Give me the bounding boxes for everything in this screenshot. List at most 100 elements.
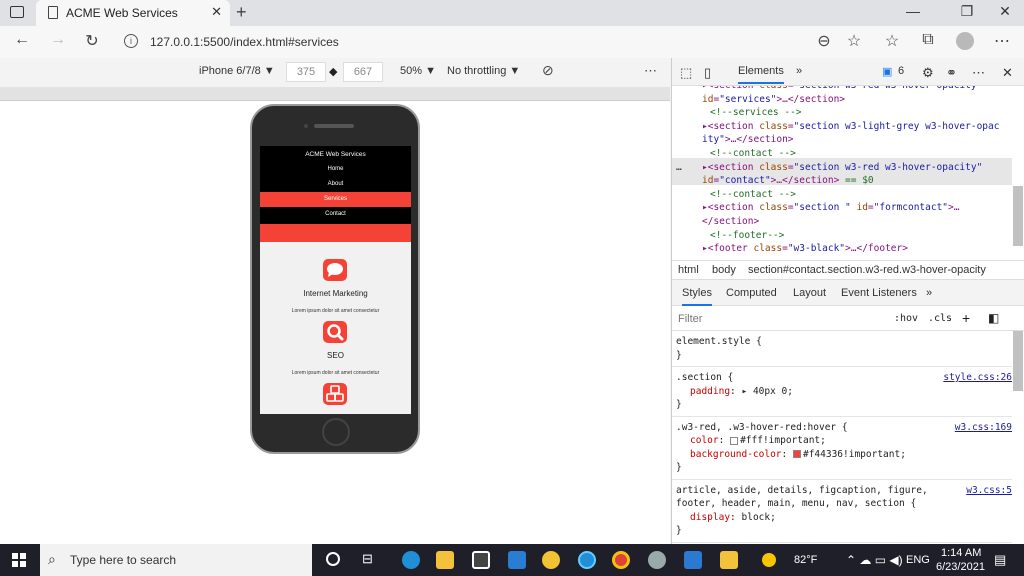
style-rule[interactable]: .w3-red, .w3-hover-red:hover {w3.css:169…	[672, 419, 1012, 480]
taskbar-search[interactable]: ⌕ Type here to search	[40, 544, 312, 576]
back-icon[interactable]: ←	[10, 31, 34, 49]
chrome-icon[interactable]	[612, 551, 630, 569]
height-input[interactable]: 667	[343, 62, 383, 82]
tab-elements[interactable]: Elements	[738, 65, 784, 84]
close-tab-icon[interactable]: ✕	[211, 4, 222, 20]
dom-tree[interactable]: … ▸<section class="section w3-red w3-hov…	[672, 86, 1024, 260]
dom-node-line[interactable]: <!--footer-->	[710, 230, 784, 241]
cls-toggle[interactable]: .cls	[928, 313, 952, 324]
style-declaration[interactable]: background-color: #f44336!important;	[690, 449, 906, 460]
store-icon[interactable]	[472, 551, 490, 569]
selected-node-dots[interactable]: …	[676, 162, 682, 173]
restore-button[interactable]: ❐	[952, 3, 982, 20]
rule-source-link[interactable]: style.css:26	[943, 372, 1012, 383]
new-tab-button[interactable]: +	[236, 2, 247, 23]
close-devtools-icon[interactable]: ✕	[1002, 65, 1013, 81]
tab-actions-icon[interactable]	[10, 6, 24, 18]
style-rule[interactable]: element.style {}	[672, 333, 1012, 367]
dom-node-line[interactable]: ity">…</section>	[702, 134, 794, 145]
nav-contact[interactable]: Contact	[260, 207, 411, 222]
style-rule[interactable]: .section {style.css:26 padding: ▸ 40px 0;…	[672, 369, 1012, 417]
device-mode-icon[interactable]: ▯	[704, 65, 711, 81]
file-explorer-icon[interactable]	[436, 551, 454, 569]
tab-more[interactable]: »	[926, 287, 932, 299]
filter-input[interactable]: Filter	[678, 313, 702, 325]
gear-icon[interactable]: ⚙	[922, 65, 934, 81]
styles-pane[interactable]: element.style {} .section {style.css:26 pa…	[672, 331, 1024, 544]
dom-node-line[interactable]: ▸<section class="section " id="formconta…	[702, 202, 959, 213]
width-input[interactable]: 375	[286, 62, 326, 82]
rule-source-link[interactable]: w3.css:5	[966, 485, 1012, 496]
site-brand[interactable]: ACME Web Services	[260, 147, 411, 162]
close-window-button[interactable]: ✕	[990, 3, 1020, 20]
color-swatch[interactable]	[792, 450, 801, 458]
language-indicator[interactable]: ENG	[906, 554, 930, 566]
connect-icon[interactable]: ⚭	[946, 65, 957, 81]
nav-about[interactable]: About	[260, 177, 411, 192]
task-view-icon[interactable]: ⊟	[362, 551, 373, 567]
zoom-select[interactable]: 50% ▼	[400, 65, 436, 77]
windows-start-icon[interactable]	[12, 553, 26, 567]
tab-computed[interactable]: Computed	[726, 287, 777, 299]
more-tabs-icon[interactable]: »	[796, 65, 802, 77]
color-swatch[interactable]	[730, 436, 739, 445]
profile-avatar[interactable]	[956, 32, 974, 50]
hov-toggle[interactable]: :hov	[894, 313, 918, 324]
browser-tab[interactable]: ACME Web Services ✕	[36, 0, 230, 26]
favorites-icon[interactable]: ☆	[880, 31, 904, 51]
clock-time[interactable]: 1:14 AM	[941, 547, 981, 559]
rotate-device-icon[interactable]: ⊘	[542, 62, 554, 79]
address-bar[interactable]: i 127.0.0.1:5500/index.html#services	[116, 30, 876, 54]
edge-active-icon[interactable]	[578, 551, 596, 569]
dom-node-line[interactable]: <!--contact -->	[710, 148, 796, 159]
style-declaration[interactable]: display: block;	[690, 512, 776, 523]
style-rule[interactable]: article, aside, details, figcaption, fig…	[672, 482, 1012, 543]
new-rule-icon[interactable]: +	[962, 310, 970, 326]
dom-node-line[interactable]: ▸<footer class="w3-black">…</footer>	[702, 243, 908, 254]
nav-home[interactable]: Home	[260, 162, 411, 177]
crumb-html[interactable]: html	[678, 264, 699, 276]
info-icon[interactable]: i	[124, 34, 138, 48]
weather-icon[interactable]	[762, 553, 776, 567]
tray-icons[interactable]: ⌃ ☁ ▭ ◀)	[846, 553, 903, 567]
notifications-icon[interactable]: ▤	[994, 552, 1006, 568]
media-query-ruler[interactable]	[0, 87, 670, 101]
more-icon[interactable]: ⋯	[972, 65, 985, 81]
more-options-icon[interactable]: ⋯	[644, 63, 657, 79]
edge-icon[interactable]	[402, 551, 420, 569]
nav-services[interactable]: Services	[260, 192, 411, 207]
weather-temp[interactable]: 82°F	[794, 554, 817, 566]
zoom-icon[interactable]: ⊖	[812, 31, 836, 51]
collections-icon[interactable]: ⧉	[916, 31, 940, 49]
dom-node-line[interactable]: <!--contact -->	[710, 189, 796, 200]
issues-icon[interactable]: ▣	[882, 65, 892, 78]
dom-node-line[interactable]: ▸<section class="section w3-red w3-hover…	[702, 162, 982, 173]
style-declaration[interactable]: padding: ▸ 40px 0;	[690, 386, 793, 397]
dom-scrollbar[interactable]	[1013, 186, 1023, 246]
tab-styles[interactable]: Styles	[682, 287, 712, 306]
dom-node-line[interactable]: <!--services -->	[710, 107, 802, 118]
dom-node-line[interactable]: id="contact">…</section> == $0	[702, 175, 874, 186]
refresh-icon[interactable]: ↻	[80, 31, 104, 51]
crumb-body[interactable]: body	[712, 264, 736, 276]
throttle-select[interactable]: No throttling ▼	[447, 65, 520, 77]
dom-node-line[interactable]: id="services">…</section>	[702, 94, 845, 105]
app-icon[interactable]	[648, 551, 666, 569]
notes-icon[interactable]	[720, 551, 738, 569]
crumb-section[interactable]: section#contact.section.w3-red.w3-hover-…	[748, 264, 986, 276]
vscode-icon[interactable]	[684, 551, 702, 569]
dom-node-line[interactable]: </section>	[702, 216, 759, 227]
dom-node-line[interactable]: ▸<section class="section w3-red w3-hover…	[702, 86, 982, 91]
rotate-icon[interactable]: ◆	[329, 65, 337, 78]
style-declaration[interactable]: color: #fff!important;	[690, 435, 826, 446]
issues-count[interactable]: 6	[898, 65, 904, 77]
toggle-sidebar-icon[interactable]: ◧	[988, 311, 999, 325]
dom-node-line[interactable]: ▸<section class="section w3-light-grey w…	[702, 121, 999, 132]
styles-scrollbar[interactable]	[1013, 331, 1023, 391]
cortana-icon[interactable]	[326, 552, 340, 566]
forward-icon[interactable]: →	[46, 31, 70, 49]
tab-layout[interactable]: Layout	[793, 287, 826, 299]
inspect-icon[interactable]: ⬚	[680, 65, 692, 81]
minimize-button[interactable]: —	[898, 3, 928, 19]
device-select[interactable]: iPhone 6/7/8 ▼	[199, 65, 275, 77]
